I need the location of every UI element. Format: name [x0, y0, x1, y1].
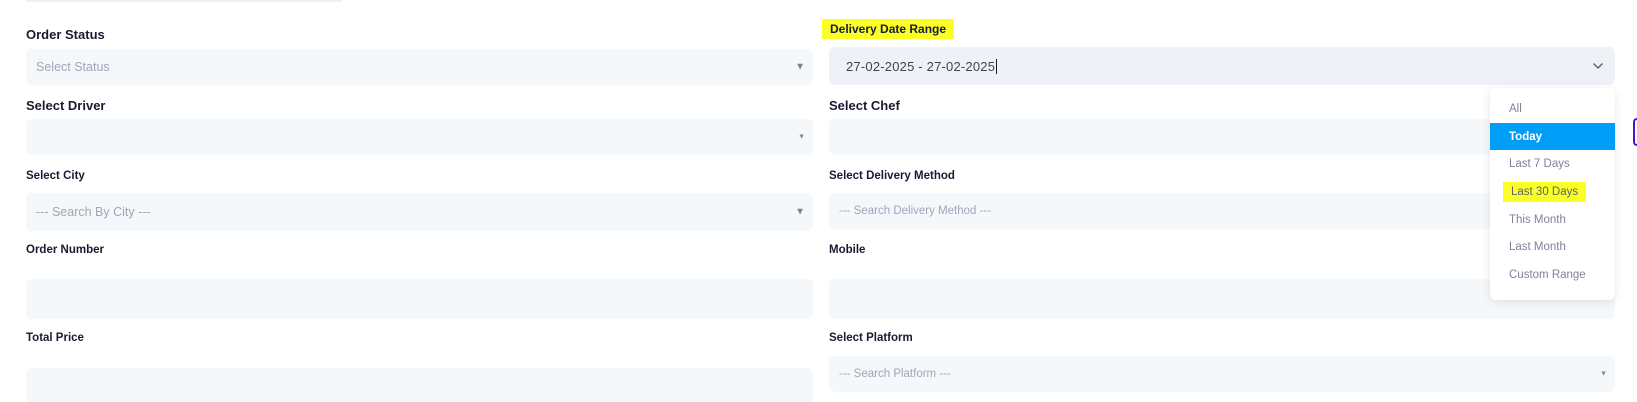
date-range-option-label: Today	[1509, 130, 1543, 143]
date-range-option-label: Last 7 Days	[1509, 158, 1570, 171]
caret-down-icon: ▼	[795, 206, 805, 218]
delivery-date-range-input[interactable]: 27-02-2025 - 27-02-2025	[829, 47, 1615, 85]
date-range-option-last-7-days[interactable]: Last 7 Days	[1490, 150, 1615, 178]
total-price-input[interactable]	[26, 368, 813, 402]
date-range-option-label: Last 30 Days	[1503, 181, 1587, 202]
date-range-option-label: This Month	[1509, 213, 1566, 226]
order-filter-page: Order Status Select Status ▼ Select Driv…	[0, 0, 1637, 402]
order-status-select[interactable]: Select Status ▼	[26, 49, 813, 85]
mobile-label: Mobile	[829, 244, 866, 256]
date-range-option-last-30-days[interactable]: Last 30 Days	[1490, 178, 1615, 206]
order-status-placeholder: Select Status	[36, 60, 110, 74]
total-price-label: Total Price	[26, 332, 84, 344]
date-range-option-label: Last Month	[1509, 241, 1566, 254]
date-range-option-this-month[interactable]: This Month	[1490, 206, 1615, 234]
select-platform-label: Select Platform	[829, 332, 913, 344]
select-driver-label: Select Driver	[26, 98, 106, 113]
chevron-down-icon	[1593, 63, 1603, 69]
top-divider	[26, 0, 342, 2]
order-number-input[interactable]	[26, 279, 813, 319]
date-range-option-label: All	[1509, 102, 1522, 115]
date-range-option-custom-range[interactable]: Custom Range	[1490, 261, 1615, 289]
select-platform-placeholder: --- Search Platform ---	[839, 368, 951, 380]
delivery-date-range-label: Delivery Date Range	[822, 19, 955, 39]
text-cursor	[996, 58, 998, 74]
select-city-placeholder: --- Search By City ---	[36, 205, 151, 219]
caret-down-icon: ▼	[1600, 370, 1607, 378]
date-range-option-label: Custom Range	[1509, 268, 1586, 281]
select-platform-select[interactable]: --- Search Platform --- ▼	[829, 356, 1615, 392]
date-range-dropdown: All Today Last 7 Days Last 30 Days This …	[1490, 88, 1615, 300]
date-range-option-today[interactable]: Today	[1490, 122, 1615, 151]
caret-down-icon: ▼	[798, 133, 805, 141]
order-status-label: Order Status	[26, 27, 105, 42]
order-number-label: Order Number	[26, 244, 104, 256]
select-city-label: Select City	[26, 170, 85, 182]
select-city-select[interactable]: --- Search By City --- ▼	[26, 193, 813, 231]
select-delivery-method-label: Select Delivery Method	[829, 170, 955, 182]
select-driver-select[interactable]: ▼	[26, 119, 813, 155]
select-chef-label: Select Chef	[829, 98, 900, 113]
date-range-option-last-month[interactable]: Last Month	[1490, 233, 1615, 261]
offscreen-element-edge	[1633, 118, 1637, 146]
date-range-option-all[interactable]: All	[1490, 95, 1615, 123]
delivery-date-range-value: 27-02-2025 - 27-02-2025	[846, 58, 996, 74]
caret-down-icon: ▼	[795, 61, 805, 73]
